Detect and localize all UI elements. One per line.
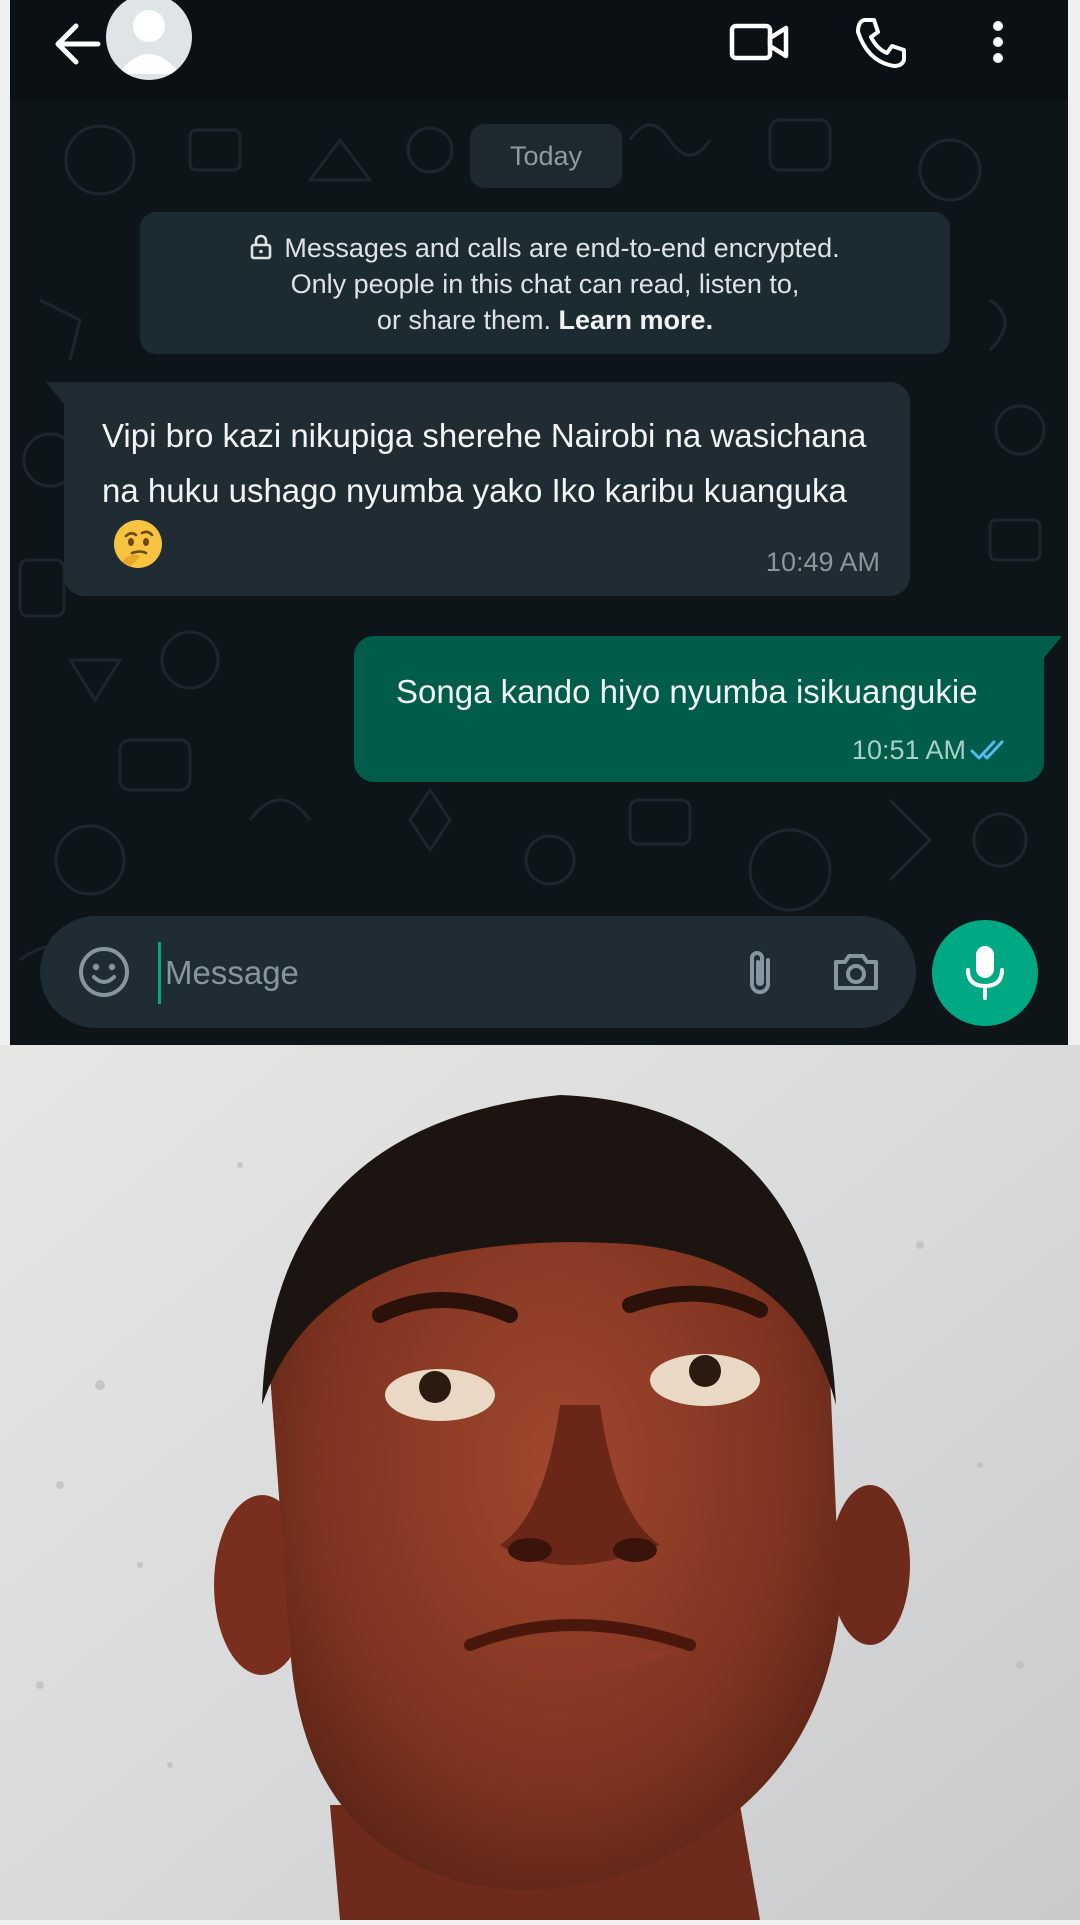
microphone-icon: [966, 946, 1004, 1000]
encryption-line-1: Messages and calls are end-to-end encryp…: [140, 230, 950, 266]
more-vertical-icon: [993, 21, 1003, 63]
message-text: Vipi bro kazi nikupiga sherehe Nairobi n…: [102, 408, 880, 576]
contact-avatar[interactable]: [106, 0, 192, 80]
encryption-text-1: Messages and calls are end-to-end encryp…: [284, 233, 840, 263]
lock-icon: [251, 234, 272, 260]
thinking-face-icon: [114, 520, 162, 568]
default-avatar-icon: [118, 10, 180, 74]
outgoing-message[interactable]: Songa kando hiyo nyumba isikuangukie 10:…: [354, 636, 1062, 782]
smiley-icon: [79, 947, 129, 997]
message-input[interactable]: [158, 942, 667, 1004]
back-button[interactable]: [46, 12, 110, 76]
video-call-button[interactable]: [726, 14, 792, 70]
read-ticks-icon: [970, 740, 1004, 760]
man-looking-up-illustration: [0, 1045, 1080, 1920]
voice-message-button[interactable]: [932, 920, 1038, 1026]
arrow-left-icon: [55, 23, 101, 65]
encryption-notice[interactable]: Messages and calls are end-to-end encryp…: [140, 212, 950, 354]
voice-call-button[interactable]: [850, 12, 910, 72]
date-divider: Today: [470, 124, 622, 188]
phone-icon: [856, 18, 906, 68]
camera-button[interactable]: [830, 946, 882, 998]
emoji-button[interactable]: [76, 944, 132, 1000]
encryption-line-3: or share them. Learn more.: [140, 302, 950, 338]
encryption-text-2: Only people in this chat can read, liste…: [290, 269, 800, 299]
learn-more-link[interactable]: Learn more.: [559, 305, 714, 335]
camera-icon: [834, 954, 878, 990]
chat-header: [10, 0, 1068, 100]
bubble-tail: [1044, 636, 1062, 658]
message-time: 10:51 AM: [851, 735, 966, 765]
chat-screenshot: Today Messages and calls are end-to-end …: [10, 0, 1068, 1045]
bubble-tail: [46, 382, 64, 404]
message-composer: [40, 916, 916, 1028]
incoming-message[interactable]: Vipi bro kazi nikupiga sherehe Nairobi n…: [46, 382, 910, 596]
message-text: Songa kando hiyo nyumba isikuangukie: [396, 673, 978, 710]
paperclip-icon: [750, 951, 770, 994]
message-body: Vipi bro kazi nikupiga sherehe Nairobi n…: [102, 417, 867, 509]
encryption-text-3: or share them.: [376, 305, 551, 335]
video-camera-icon: [729, 23, 789, 61]
message-time: 10:49 AM: [765, 547, 880, 577]
reaction-photo: [0, 1045, 1080, 1920]
attach-button[interactable]: [736, 944, 786, 1000]
more-options-button[interactable]: [980, 12, 1016, 72]
